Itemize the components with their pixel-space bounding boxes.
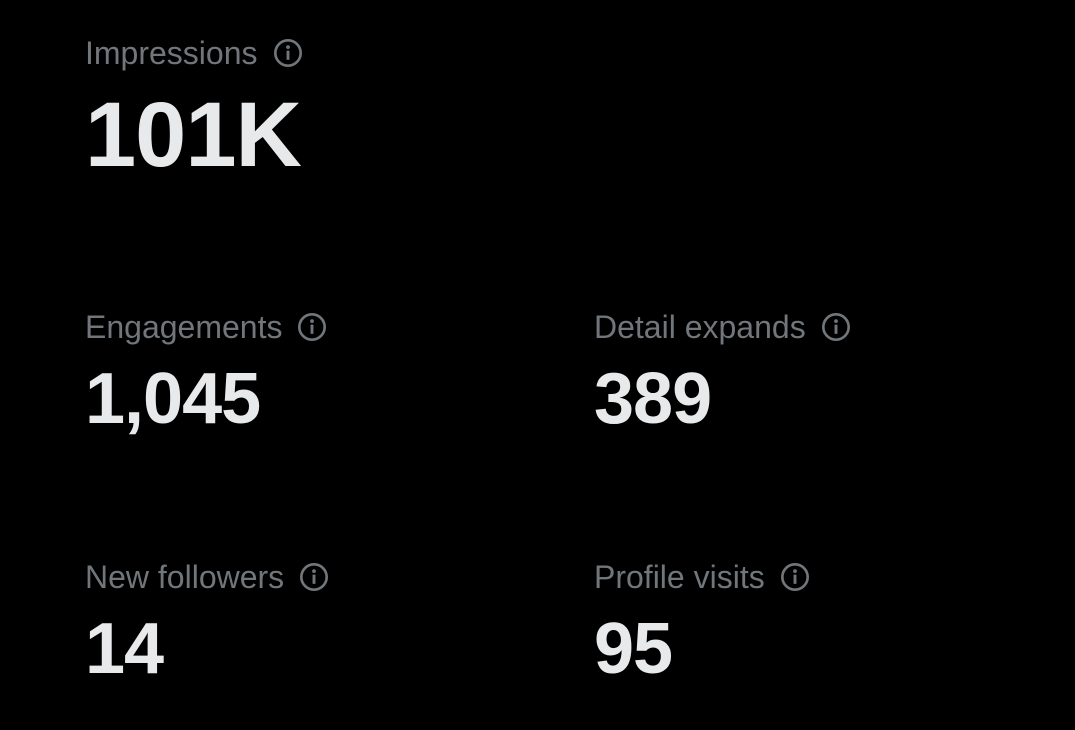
impressions-label-row: Impressions [85, 33, 304, 73]
info-icon[interactable] [272, 37, 304, 69]
impressions-value: 101K [85, 84, 302, 186]
info-icon[interactable] [298, 561, 330, 593]
new-followers-value: 14 [85, 609, 164, 689]
detail-expands-label: Detail expands [594, 309, 806, 345]
engagements-metric: Engagements 1,045 [85, 307, 328, 437]
detail-expands-value: 389 [594, 359, 712, 439]
info-icon[interactable] [296, 311, 328, 343]
new-followers-metric: New followers 14 [85, 557, 330, 687]
engagements-label-row: Engagements [85, 307, 328, 347]
engagements-label: Engagements [85, 309, 283, 345]
profile-visits-metric: Profile visits 95 [594, 557, 811, 687]
info-icon[interactable] [779, 561, 811, 593]
engagements-value: 1,045 [85, 359, 261, 439]
impressions-metric: Impressions 101K [85, 33, 304, 183]
info-icon[interactable] [820, 311, 852, 343]
new-followers-label-row: New followers [85, 557, 330, 597]
profile-visits-value: 95 [594, 609, 673, 689]
impressions-label: Impressions [85, 35, 258, 71]
new-followers-label: New followers [85, 559, 285, 595]
profile-visits-label-row: Profile visits [594, 557, 811, 597]
profile-visits-label: Profile visits [594, 559, 765, 595]
detail-expands-label-row: Detail expands [594, 307, 852, 347]
detail-expands-metric: Detail expands 389 [594, 307, 852, 437]
